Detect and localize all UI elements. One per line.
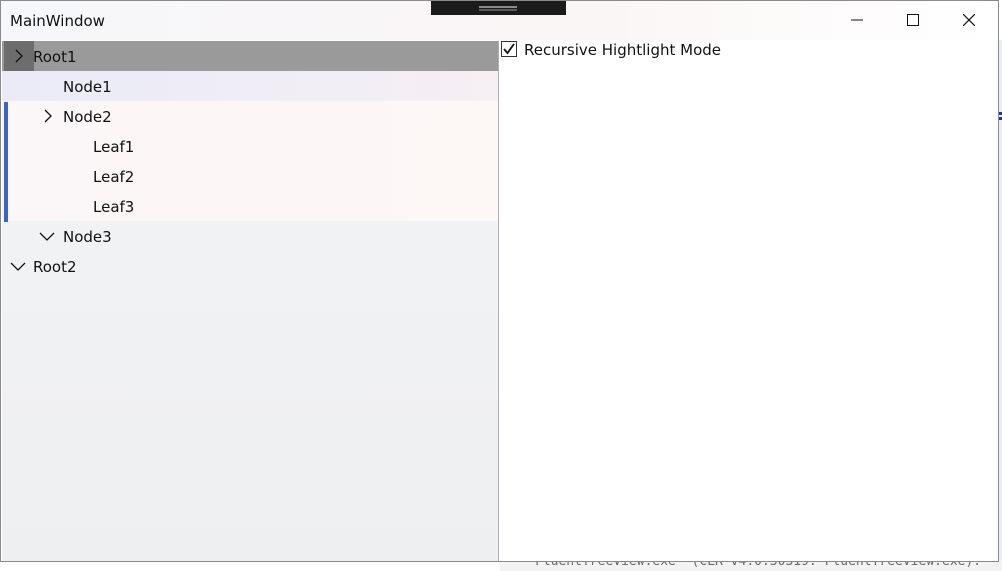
recursive-highlight-label[interactable]: Recursive Hightlight Mode xyxy=(524,41,721,59)
tree-item-node3[interactable]: Node3 xyxy=(2,221,498,251)
chevron-right-icon xyxy=(11,48,27,64)
screen: FluentTreeView.exe' (CLR v4.0.30319: Flu… xyxy=(0,0,1002,571)
close-button[interactable] xyxy=(941,1,997,40)
tree-item-label: Node1 xyxy=(63,78,112,96)
tree-item-leaf1[interactable]: Leaf1 xyxy=(2,131,498,161)
tree-item-node2[interactable]: Node2 xyxy=(2,101,498,131)
maximize-button[interactable] xyxy=(885,1,941,40)
minimize-icon xyxy=(851,11,863,30)
tree-item-label: Leaf2 xyxy=(93,168,135,186)
snap-handle[interactable] xyxy=(431,1,566,15)
tree-item-node1[interactable]: Node1 xyxy=(2,71,498,101)
tree-pane: Root1 Node1 Node2 Leaf1 Leaf2 Leaf3 Node… xyxy=(2,41,499,561)
window-title: MainWindow xyxy=(10,12,105,30)
recursive-highlight-checkbox[interactable] xyxy=(501,41,517,57)
highlight-indicator xyxy=(4,102,8,222)
minimize-button[interactable] xyxy=(829,1,885,40)
tree-item-root1[interactable]: Root1 xyxy=(2,41,498,71)
tree-item-root2[interactable]: Root2 xyxy=(2,251,498,281)
tree-item-label: Root2 xyxy=(33,258,77,276)
tree-item-label: Leaf1 xyxy=(93,138,135,156)
tree-item-label: Node2 xyxy=(63,108,112,126)
maximize-icon xyxy=(907,11,919,30)
chevron-down-icon[interactable] xyxy=(10,258,26,274)
tree-item-leaf3[interactable]: Leaf3 xyxy=(2,191,498,221)
tree-item-label: Root1 xyxy=(33,48,77,66)
chevron-right-icon[interactable] xyxy=(40,108,56,124)
main-window: MainWindow Root1 Node1 Node2 Leaf1 Leaf2… xyxy=(0,0,999,562)
tree-item-label: Leaf3 xyxy=(93,198,135,216)
close-icon xyxy=(962,11,976,30)
chevron-down-icon[interactable] xyxy=(39,228,55,244)
options-pane xyxy=(499,41,998,561)
title-bar[interactable]: MainWindow xyxy=(1,1,998,40)
tree-item-leaf2[interactable]: Leaf2 xyxy=(2,161,498,191)
tree-item-label: Node3 xyxy=(63,228,112,246)
